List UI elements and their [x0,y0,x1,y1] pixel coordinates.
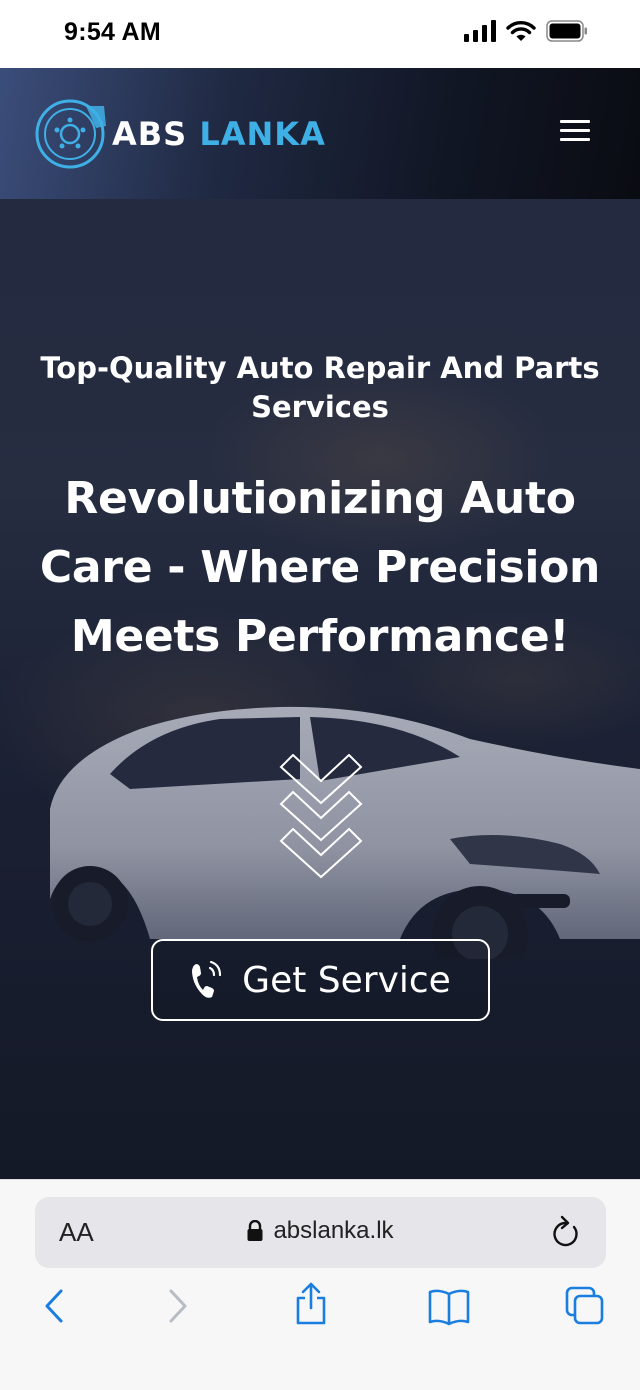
get-service-button[interactable]: Get Service [151,939,490,1021]
share-icon[interactable] [293,1282,329,1326]
brake-disc-logo-icon [35,99,106,169]
reload-icon[interactable] [550,1215,580,1249]
browser-toolbar: AA abslanka.lk [0,1179,640,1390]
scroll-down-chevrons-icon[interactable] [278,754,364,886]
hero-overlay [0,199,640,1179]
status-bar: 9:54 AM [0,0,640,68]
hero-section: Top-Quality Auto Repair And Parts Servic… [0,199,640,1179]
wifi-icon [506,21,536,41]
get-service-label: Get Service [242,959,451,1001]
hero-subtitle: Top-Quality Auto Repair And Parts Servic… [40,351,600,424]
browser-nav-row [0,1282,640,1348]
hero-title: Revolutionizing Auto Care - Where Precis… [39,473,601,662]
forward-icon[interactable] [166,1288,190,1324]
tabs-icon[interactable] [565,1286,605,1326]
back-icon[interactable] [42,1288,66,1324]
site-header: ABS LANKA [0,68,640,199]
url-text: abslanka.lk [273,1217,394,1244]
logo-text-lanka: LANKA [199,115,326,153]
status-icons [464,20,588,42]
phone-ringing-icon [190,960,224,1000]
site-logo[interactable]: ABS LANKA [34,98,326,170]
battery-icon [546,20,587,42]
lock-icon [247,1220,263,1241]
bookmarks-icon[interactable] [427,1288,471,1326]
hamburger-menu-icon[interactable] [560,120,592,146]
status-time: 9:54 AM [64,18,162,46]
logo-text-abs: ABS [112,115,188,153]
logo-text: ABS LANKA [112,115,326,153]
url-container: abslanka.lk [35,1217,606,1245]
signal-icon [464,20,496,42]
address-bar[interactable]: AA abslanka.lk [35,1197,606,1268]
